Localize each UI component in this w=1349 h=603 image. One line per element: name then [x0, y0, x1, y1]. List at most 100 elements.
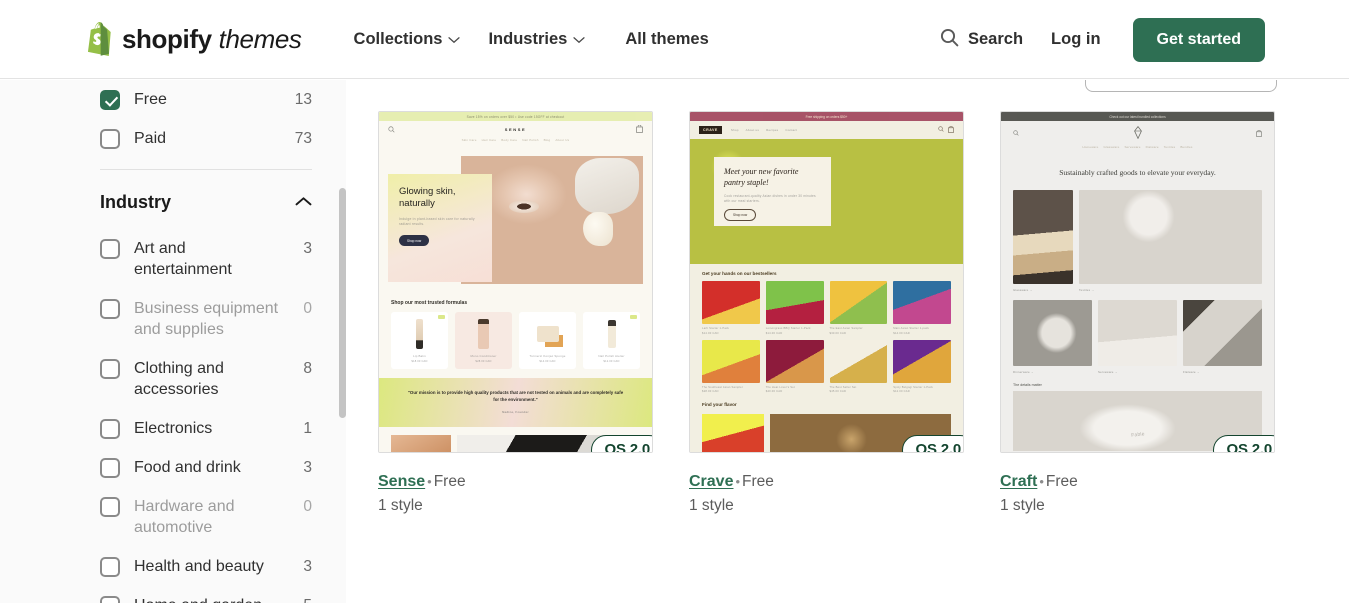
search-label: Search [968, 30, 1024, 48]
crave-hero-cta: Shop now [724, 209, 757, 222]
sidebar-scrollbar-track[interactable] [339, 80, 346, 603]
theme-name-link[interactable]: Craft [1000, 473, 1037, 490]
sense-announcement-bar: Save 15% on orders over $50 • Use code 1… [379, 112, 652, 121]
industry-section-title: Industry [100, 192, 172, 212]
sense-product-name: Lip Balm [413, 354, 426, 358]
nav-label-collections: Collections [353, 29, 443, 48]
crave-product-name: The Best Seller Set [829, 385, 857, 389]
separator-dot: • [1039, 474, 1044, 489]
shopify-themes-logo[interactable]: shopify themes [84, 19, 302, 59]
theme-card-sense: Save 15% on orders over $50 • Use code 1… [378, 111, 653, 515]
themes-results: Save 15% on orders over $50 • Use code 1… [346, 80, 1349, 603]
crave-product-card: Lemongrass BBQ Starter 1-Pack $14.00 CAD [765, 281, 824, 335]
nav-label-all-themes: All themes [625, 29, 709, 48]
crave-product-price: $30.00 CAD [829, 331, 847, 335]
checkbox-icon[interactable] [100, 129, 120, 149]
os-version-badge: OS 2.0 [590, 435, 652, 452]
filter-count: 3 [303, 558, 312, 575]
theme-price: Free [433, 473, 466, 490]
crave-product-card: The Southeast Asian Sampler $28.00 CAD [702, 339, 760, 393]
checkbox-icon[interactable] [100, 497, 120, 517]
checkbox-checked-icon[interactable] [100, 90, 120, 110]
crave-product-name: Main Asian Starter 1-pack [893, 327, 930, 330]
filter-count: 5 [298, 595, 312, 603]
filter-industry-food-and-drink[interactable]: Food and drink 3 [100, 448, 312, 487]
nav-item-all-themes[interactable]: All themes [611, 22, 722, 57]
crave-store-nav: CRAVE Shop About us Recipes Contact [690, 121, 963, 136]
themes-browse-page: shopify themes Collections Industries All… [0, 0, 1349, 603]
crave-product-card: The Best Seller Set $45.00 CAD [829, 339, 888, 393]
theme-preview-crave[interactable]: Free shipping on orders $50+ CRAVE Shop A… [689, 111, 964, 453]
crave-product-card: Larb Starter 1-Pack $14.00 CAD [702, 281, 760, 335]
filter-industry-business-equipment-and-supplies[interactable]: Business equipment and supplies 0 [100, 289, 312, 349]
crave-product-price: $40.00 CAD [765, 390, 783, 393]
checkbox-icon[interactable] [100, 557, 120, 577]
theme-name-link[interactable]: Crave [689, 473, 733, 490]
nav-label-industries: Industries [488, 29, 568, 48]
theme-style-count: 1 style [1000, 497, 1045, 514]
logo-brand-text: shopify [122, 23, 212, 54]
chevron-up-icon[interactable] [295, 194, 312, 212]
filter-label: Home and garden [134, 595, 284, 603]
filter-label: Art and entertainment [134, 240, 232, 278]
site-header: shopify themes Collections Industries All… [0, 0, 1349, 79]
filter-industry-hardware-and-automotive[interactable]: Hardware and automotive 0 [100, 487, 312, 547]
filter-label: Free [134, 91, 167, 108]
chevron-down-icon [573, 30, 585, 49]
crave-product-price: $12.00 CAD [893, 390, 910, 393]
themes-grid: Save 15% on orders over $50 • Use code 1… [378, 111, 1275, 515]
checkbox-icon[interactable] [100, 596, 120, 603]
craft-category-card: Glassware → [1013, 190, 1073, 292]
checkbox-icon[interactable] [100, 458, 120, 478]
craft-section-heading: The details matter [1013, 383, 1042, 387]
craft-store-subnav: Homeware Glassware Serveware Flatware Textil… [1082, 145, 1193, 149]
filter-industry-health-and-beauty[interactable]: Health and beauty 3 [100, 547, 312, 586]
checkbox-icon[interactable] [100, 419, 120, 439]
nav-item-industries[interactable]: Industries [474, 22, 599, 57]
os-version-badge: OS 2.0 [1212, 435, 1274, 452]
crave-section-heading: Get your hands on our bestsellers [702, 271, 777, 276]
theme-preview-craft[interactable]: Check out our latest bundled collections… [1000, 111, 1275, 453]
filter-count: 1 [303, 420, 312, 437]
crave-product-card: Main Asian Starter 1-pack $14.00 CAD [893, 281, 951, 335]
checkbox-icon[interactable] [100, 239, 120, 259]
filter-industry-home-and-garden[interactable]: Home and garden 5 [100, 586, 312, 603]
checkbox-icon[interactable] [100, 359, 120, 379]
sense-quote-block: "Our mission is to provide high quality … [379, 378, 652, 427]
filter-industry-electronics[interactable]: Electronics 1 [100, 409, 312, 448]
theme-style-count: 1 style [378, 497, 423, 514]
filter-label: Electronics [134, 420, 213, 437]
sense-store-subnav: Skin Care Hair Care Body Care Nail Polish Bl… [461, 138, 570, 142]
craft-category-label: Textiles → [1079, 288, 1095, 292]
sense-quote-attribution: Nadine, Founder [502, 410, 529, 414]
sense-product-row: Lip Balm $18.00 CAD Mono Conditioner $28… [391, 312, 640, 369]
login-button[interactable]: Log in [1033, 22, 1118, 57]
filter-label: Business equipment and supplies [134, 300, 279, 338]
industry-section-header[interactable]: Industry [100, 170, 312, 229]
crave-product-name: The East Asian Sampler [829, 327, 863, 330]
theme-name-link[interactable]: Sense [378, 473, 425, 490]
filter-count: 13 [294, 91, 312, 108]
nav-item-collections[interactable]: Collections [340, 22, 475, 57]
theme-preview-sense[interactable]: Save 15% on orders over $50 • Use code 1… [378, 111, 653, 453]
theme-meta-craft: Craft • Free 1 style [1000, 453, 1275, 515]
filter-industry-art-and-entertainment[interactable]: Art and entertainment 3 [100, 229, 312, 289]
filter-label: Clothing and accessories [134, 360, 224, 398]
sidebar-scrollbar-thumb[interactable] [339, 188, 346, 418]
crave-hero-card: Meet your new favorite pantry staple! Co… [714, 157, 831, 226]
search-button[interactable]: Search [930, 20, 1033, 60]
checkbox-icon[interactable] [100, 299, 120, 319]
sense-product-card: Turmeric Konjac Sponge $14.00 CAD [519, 312, 576, 369]
filter-count: 3 [303, 240, 312, 257]
filter-industry-clothing-and-accessories[interactable]: Clothing and accessories 8 [100, 349, 312, 409]
theme-title-row: Crave • Free [689, 473, 964, 491]
sort-dropdown[interactable] [1085, 80, 1277, 92]
craft-category-card: Dinnerware → [1013, 300, 1092, 374]
get-started-button[interactable]: Get started [1132, 17, 1265, 62]
filter-price-paid[interactable]: Paid 73 [100, 119, 312, 158]
filter-price-free[interactable]: Free 13 [100, 80, 312, 119]
sense-product-name: Mono Conditioner [470, 354, 497, 358]
search-icon [938, 126, 944, 134]
sense-hero-body: Indulge in plant-based skin care for nat… [399, 217, 475, 226]
craft-category-label: Dinnerware → [1013, 370, 1034, 374]
